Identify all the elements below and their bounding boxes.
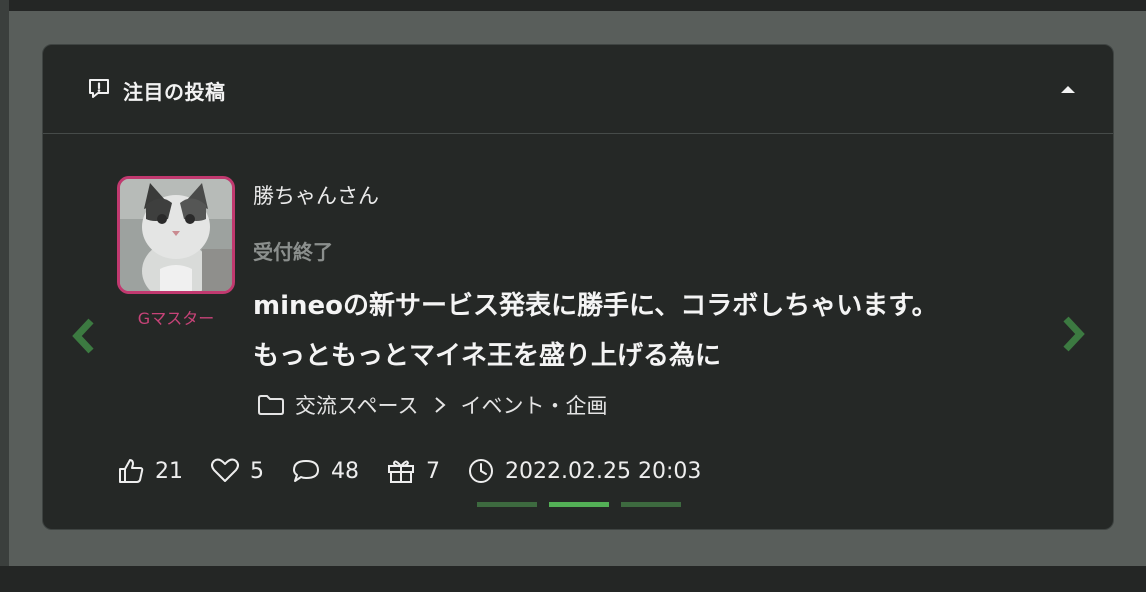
datetime-stat: 2022.02.25 20:03 xyxy=(467,457,701,485)
cat-avatar-image xyxy=(120,179,232,291)
next-slide-button[interactable] xyxy=(1059,315,1089,353)
gift-count: 7 xyxy=(426,458,440,484)
breadcrumb: 交流スペース イベント・企画 xyxy=(257,391,607,419)
folder-icon xyxy=(258,395,284,415)
clock-icon xyxy=(469,459,493,483)
chevron-right-icon xyxy=(435,397,447,413)
author-name[interactable]: 勝ちゃんさん xyxy=(253,180,379,210)
carousel-indicators xyxy=(477,502,693,507)
post-title-line-1[interactable]: mineoの新サービス発表に勝手に、コラボしちゃいます。 xyxy=(253,281,1043,331)
like-stat[interactable]: 21 xyxy=(117,457,183,485)
carousel-dot-2[interactable] xyxy=(549,502,609,507)
user-rank-label: Gマスター xyxy=(137,309,215,328)
comment-count: 48 xyxy=(331,458,359,484)
collapse-button[interactable] xyxy=(1059,83,1077,95)
avatar[interactable] xyxy=(117,176,235,294)
post-stats: 21 5 48 7 2022.02.25 20:03 xyxy=(117,453,728,489)
bottom-bar xyxy=(0,566,1146,592)
thumbs-up-icon xyxy=(119,459,144,483)
previous-slide-button[interactable] xyxy=(69,317,97,355)
post-title[interactable]: mineoの新サービス発表に勝手に、コラボしちゃいます。 もっともっとマイネ王を… xyxy=(253,281,1043,381)
subcategory-link[interactable]: イベント・企画 xyxy=(460,390,607,420)
card-header: 注目の投稿 xyxy=(43,45,1113,134)
heart-count: 5 xyxy=(250,458,264,484)
carousel-dot-1[interactable] xyxy=(477,502,537,507)
post-title-line-2[interactable]: もっともっとマイネ王を盛り上げる為に xyxy=(253,331,1043,381)
gift-stat[interactable]: 7 xyxy=(386,457,440,485)
top-bar xyxy=(0,0,1146,11)
featured-posts-card: 注目の投稿 Gマスター 勝ちゃんさん 受付終了 mineoの新サービス発表に勝手… xyxy=(42,44,1114,530)
category-link[interactable]: 交流スペース xyxy=(295,390,418,420)
post-datetime: 2022.02.25 20:03 xyxy=(505,458,702,484)
card-title: 注目の投稿 xyxy=(123,80,226,104)
left-edge xyxy=(0,0,9,592)
exclamation-speech-bubble-icon xyxy=(89,79,109,98)
heart-stat[interactable]: 5 xyxy=(210,457,264,485)
status-label: 受付終了 xyxy=(253,240,333,264)
like-count: 21 xyxy=(155,458,183,484)
carousel-dot-3[interactable] xyxy=(621,502,681,507)
comment-stat[interactable]: 48 xyxy=(291,457,359,485)
speech-bubble-icon xyxy=(293,460,319,482)
heart-icon xyxy=(211,458,239,482)
gift-icon xyxy=(388,460,414,483)
